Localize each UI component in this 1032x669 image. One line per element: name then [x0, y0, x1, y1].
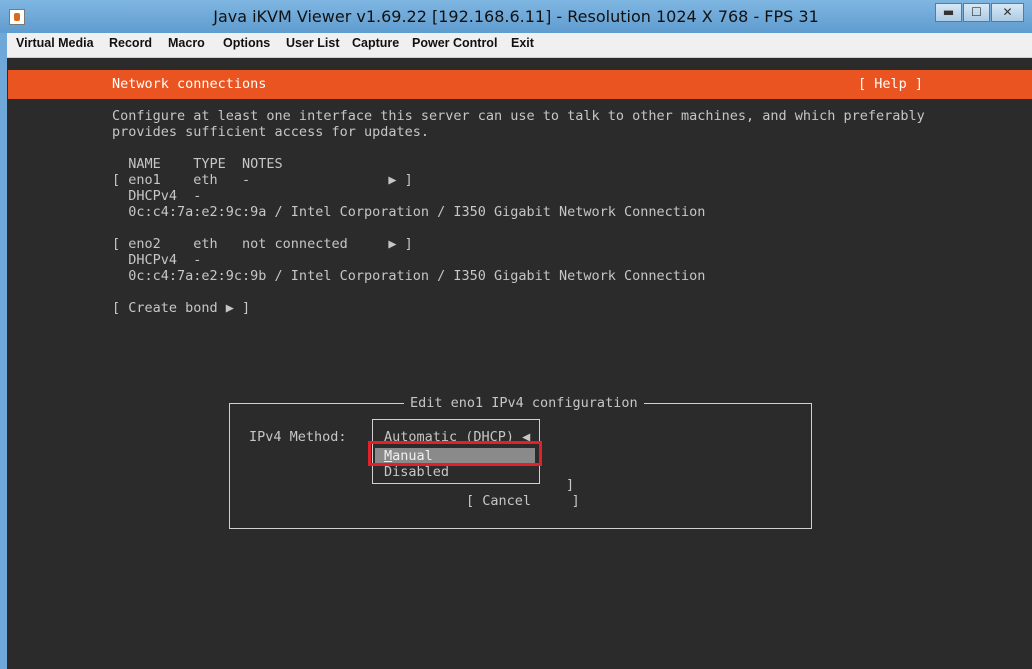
menu-user-list[interactable]: User List [286, 36, 340, 50]
interface-eno2-hw: 0c:c4:7a:e2:9c:9b / Intel Corporation / … [112, 268, 706, 284]
interface-eno2-dhcp: DHCPv4 - [112, 252, 202, 268]
interface-table-header: NAME TYPE NOTES [112, 156, 283, 172]
edit-ipv4-dialog: Edit eno1 IPv4 configuration IPv4 Method… [229, 395, 812, 529]
menu-power-control[interactable]: Power Control [412, 36, 497, 50]
menu-record[interactable]: Record [109, 36, 152, 50]
highlight-annotation-box [368, 441, 542, 466]
remote-console[interactable]: Network connections [ Help ] Configure a… [7, 58, 1032, 669]
header-title: Network connections [112, 76, 267, 92]
save-button-bracket[interactable]: ] [566, 477, 574, 493]
description-line-1: Configure at least one interface this se… [112, 108, 925, 124]
description-line-2: provides sufficient access for updates. [112, 124, 429, 140]
help-button[interactable]: [ Help ] [858, 76, 923, 92]
window-title: Java iKVM Viewer v1.69.22 [192.168.6.11]… [213, 7, 819, 26]
ipv4-method-label: IPv4 Method: [249, 429, 347, 445]
create-bond-button[interactable]: [ Create bond ▶ ] [112, 300, 250, 316]
option-disabled[interactable]: Disabled [384, 464, 449, 480]
interface-eno1-row[interactable]: [ eno1 eth - ▶ ] [112, 172, 413, 188]
interface-eno1-hw: 0c:c4:7a:e2:9c:9a / Intel Corporation / … [112, 204, 706, 220]
interface-eno1-dhcp: DHCPv4 - [112, 188, 202, 204]
window-titlebar: Java iKVM Viewer v1.69.22 [192.168.6.11]… [0, 0, 1032, 33]
menu-exit[interactable]: Exit [511, 36, 534, 50]
installer-header: Network connections [ Help ] [8, 70, 1032, 99]
restore-button[interactable]: ☐ [963, 3, 990, 22]
cancel-button[interactable]: [ Cancel ] [466, 493, 580, 509]
interface-eno2-row[interactable]: [ eno2 eth not connected ▶ ] [112, 236, 413, 252]
menu-virtual-media[interactable]: Virtual Media [16, 36, 94, 50]
menu-options[interactable]: Options [223, 36, 270, 50]
menu-capture[interactable]: Capture [352, 36, 399, 50]
minimize-button[interactable]: ▬ [935, 3, 962, 22]
dialog-title: Edit eno1 IPv4 configuration [404, 395, 644, 411]
menu-macro[interactable]: Macro [168, 36, 205, 50]
menu-bar: Virtual Media Record Macro Options User … [7, 33, 1032, 58]
close-button[interactable]: ✕ [991, 3, 1024, 22]
